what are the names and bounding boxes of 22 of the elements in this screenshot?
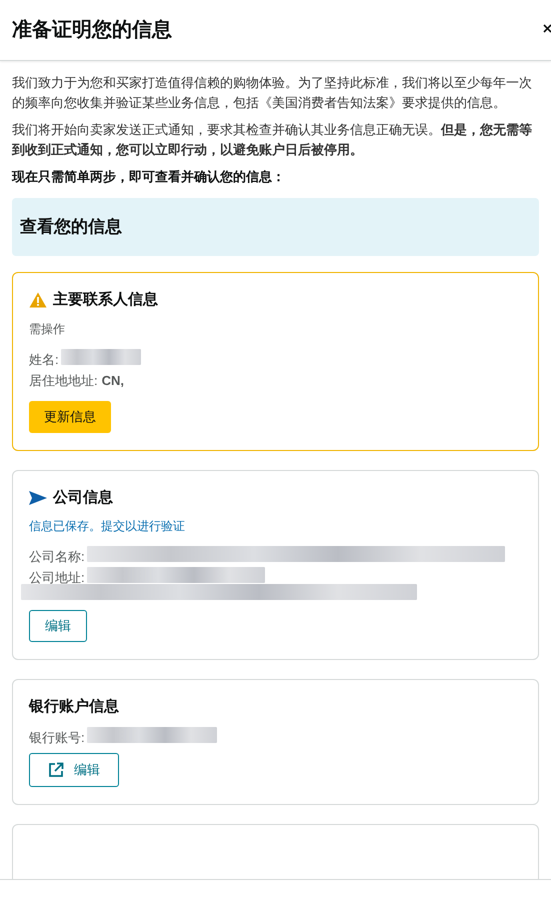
- status-text: 信息已保存。提交以进行验证: [29, 518, 186, 535]
- card-title: 公司信息: [53, 488, 113, 508]
- steps-intro: 现在只需简单两步，即可查看并确认您的信息：: [12, 168, 286, 186]
- update-button[interactable]: 更新信息: [29, 400, 111, 432]
- card-title: 主要联系人信息: [53, 290, 158, 310]
- external-link-icon: [48, 762, 64, 778]
- field-label: 银行账号:: [29, 728, 85, 746]
- dialog-title: 准备证明您的信息: [12, 18, 172, 43]
- field-value: CN,: [102, 372, 124, 390]
- edit-button[interactable]: 编辑: [29, 610, 87, 642]
- card-title: 银行账户信息: [29, 697, 119, 717]
- send-icon: [29, 490, 47, 505]
- field-label: 公司地址:: [29, 569, 85, 587]
- paragraph: 我们将开始向卖家发送正式通知，要求其检查并确认其业务信息正确无误。但是，您无需等到收到正式通知，您可以立即行动，以避免账户日后被停用。: [12, 121, 533, 159]
- field-label: 公司名称:: [29, 548, 85, 566]
- paragraph: 我们致力于为您和买家打造值得信赖的购物体验。为了坚持此标准，我们将以至少每年一次的频率向您收集并验证某些业务信息，包括《美国消费者告知法案》要求提供的信息。: [12, 74, 533, 112]
- status-text: 需操作: [29, 320, 66, 338]
- field-label: 姓名:: [29, 350, 59, 368]
- field-label: 居住地地址:: [29, 372, 98, 390]
- edit-button[interactable]: 编辑: [29, 752, 119, 786]
- warning-icon: [29, 292, 47, 308]
- section-title: 查看您的信息: [20, 216, 122, 238]
